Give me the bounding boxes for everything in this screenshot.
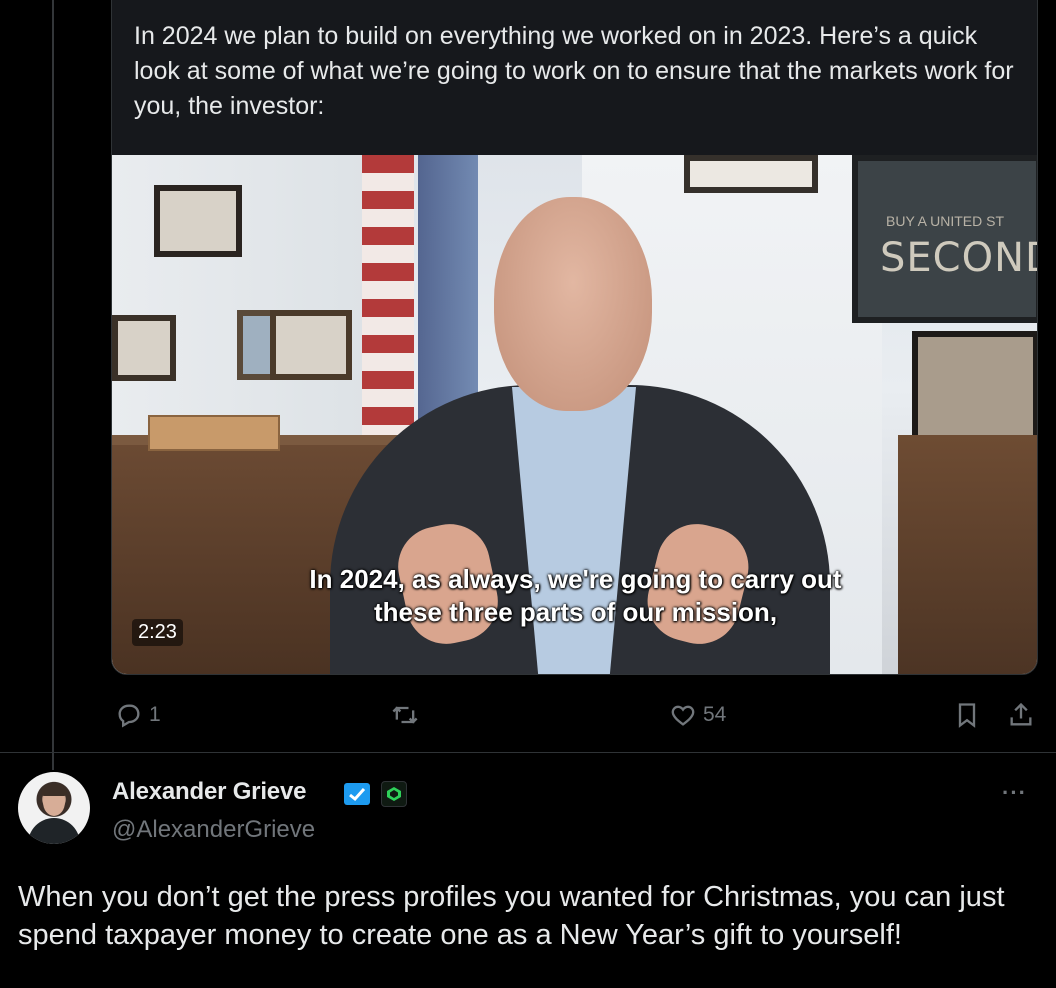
picture-frame	[684, 155, 818, 193]
post-divider	[0, 752, 1056, 753]
picture-frame	[112, 315, 176, 381]
us-flag	[362, 155, 414, 445]
quoted-post-text: In 2024 we plan to build on everything w…	[134, 22, 1014, 120]
reply-count: 1	[149, 703, 161, 726]
share-icon	[1010, 702, 1032, 726]
retweet-button[interactable]	[391, 695, 425, 735]
affiliate-logo-icon	[387, 787, 401, 801]
reply-button[interactable]: 1	[115, 695, 161, 735]
video-player[interactable]: BUY A UNITED ST SECOND LIBI In 2024, as …	[112, 155, 1037, 674]
more-options-button[interactable]: ···	[1002, 780, 1027, 806]
author-name[interactable]: Alexander Grieve	[112, 778, 306, 806]
picture-frame	[912, 331, 1037, 443]
cabinet	[898, 435, 1037, 674]
video-timestamp: 2:23	[132, 619, 183, 646]
author-handle[interactable]: @AlexanderGrieve	[112, 816, 315, 844]
desk-tray	[148, 415, 280, 451]
video-caption: In 2024, as always, we're going to carry…	[112, 563, 1037, 629]
picture-frame	[270, 310, 352, 380]
bookmark-icon	[958, 703, 976, 728]
poster-text-large: SECOND LIBI	[880, 235, 1037, 281]
reply-icon	[118, 704, 140, 728]
avatar-suit	[28, 818, 80, 844]
bookmark-button[interactable]	[953, 695, 981, 735]
like-count: 54	[703, 703, 727, 726]
poster-text-small: BUY A UNITED ST	[886, 213, 1004, 229]
avatar-hair	[41, 784, 67, 796]
avatar[interactable]	[18, 772, 90, 844]
picture-frame	[154, 185, 242, 257]
retweet-icon	[392, 706, 418, 724]
action-bar: 1 54	[111, 695, 1038, 735]
like-button[interactable]: 54	[669, 695, 726, 735]
wall-poster: BUY A UNITED ST SECOND LIBI	[852, 155, 1037, 323]
verified-badge-icon	[344, 783, 370, 805]
post-text: When you don’t get the press profiles yo…	[18, 881, 1005, 951]
thread-line	[52, 0, 54, 770]
speaker-head	[494, 197, 652, 411]
heart-icon	[671, 705, 695, 726]
quoted-post-card[interactable]: In 2024 we plan to build on everything w…	[111, 0, 1038, 675]
caption-line: these three parts of our mission,	[373, 597, 778, 627]
share-button[interactable]	[1007, 695, 1035, 735]
affiliate-badge-icon[interactable]	[381, 781, 407, 807]
caption-line: In 2024, as always, we're going to carry…	[309, 564, 842, 594]
